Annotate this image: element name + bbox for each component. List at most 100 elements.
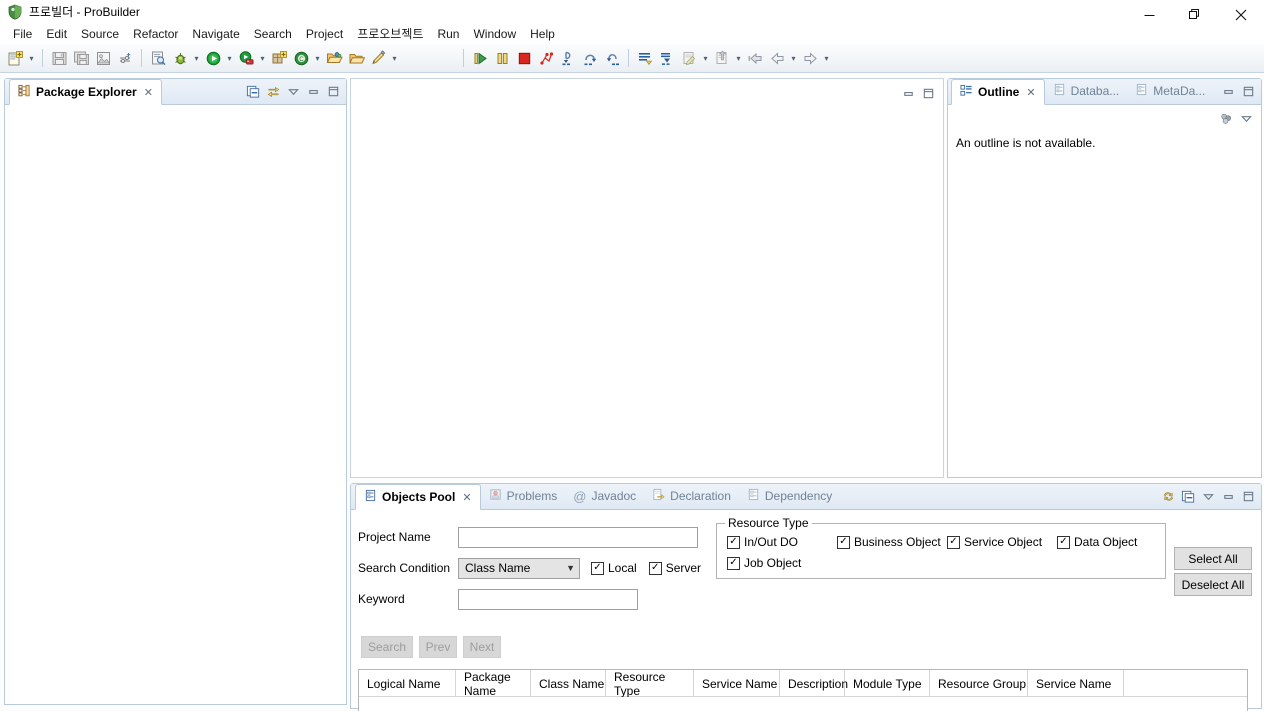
refresh-icon[interactable] [1160, 488, 1177, 505]
save-icon[interactable] [48, 47, 70, 69]
close-icon[interactable]: ✕ [1026, 86, 1035, 99]
collapse-all-icon[interactable] [245, 83, 262, 100]
menu-help[interactable]: Help [523, 25, 562, 43]
new-wizard-icon[interactable] [4, 47, 26, 69]
tab-dependency[interactable]: Dependency [739, 483, 840, 509]
terminate-icon[interactable] [513, 47, 535, 69]
step-over-icon[interactable] [579, 47, 601, 69]
link-with-editor-icon[interactable] [265, 83, 282, 100]
back-icon[interactable] [766, 47, 788, 69]
tab-package-explorer[interactable]: Package Explorer ✕ [9, 79, 162, 105]
open-type-icon[interactable] [147, 47, 169, 69]
menu-navigate[interactable]: Navigate [185, 25, 246, 43]
open-folder-icon[interactable] [345, 47, 367, 69]
open-declaration-dropdown-icon[interactable]: ▾ [733, 47, 744, 69]
minimize-icon[interactable] [1220, 83, 1237, 100]
debug-icon[interactable] [169, 47, 191, 69]
column-service-name-2[interactable]: Service Name [1028, 670, 1124, 697]
disconnect-icon[interactable] [535, 47, 557, 69]
last-edit-dropdown-icon[interactable]: ▾ [700, 47, 711, 69]
checkbox-business-object[interactable]: ✓ Business Object [837, 535, 947, 549]
keyword-input[interactable] [458, 588, 638, 610]
job-object-checkbox[interactable]: ✓ [727, 556, 740, 570]
view-menu-icon[interactable] [285, 83, 302, 100]
deselect-all-button[interactable]: Deselect All [1174, 573, 1252, 596]
menu-project[interactable]: Project [299, 25, 350, 43]
forward-dropdown-icon[interactable]: ▾ [821, 47, 832, 69]
run-icon[interactable] [202, 47, 224, 69]
select-all-button[interactable]: Select All [1174, 547, 1252, 570]
annotation-pencil-icon[interactable] [367, 47, 389, 69]
results-table-body[interactable] [359, 697, 1247, 711]
step-into-icon[interactable] [557, 47, 579, 69]
maximize-icon[interactable] [920, 85, 937, 102]
annotation-dropdown-icon[interactable]: ▾ [389, 47, 400, 69]
column-service-name[interactable]: Service Name [694, 670, 780, 697]
new-wizard-dropdown-icon[interactable]: ▾ [26, 47, 37, 69]
resume-icon[interactable] [469, 47, 491, 69]
print-icon[interactable] [92, 47, 114, 69]
column-class-name[interactable]: Class Name [531, 670, 606, 697]
tab-declaration[interactable]: Declaration [644, 483, 739, 509]
new-package-icon[interactable] [268, 47, 290, 69]
build-properties-icon[interactable] [114, 47, 136, 69]
column-description[interactable]: Description [780, 670, 848, 697]
tab-javadoc[interactable]: @ Javadoc [565, 483, 644, 509]
save-all-icon[interactable] [70, 47, 92, 69]
prev-button[interactable]: Prev [419, 636, 457, 658]
view-menu-icon[interactable] [1238, 110, 1255, 127]
minimize-icon[interactable] [1220, 488, 1237, 505]
tab-objects-pool[interactable]: Objects Pool ✕ [355, 484, 481, 510]
forward-icon[interactable] [799, 47, 821, 69]
menu-run[interactable]: Run [430, 25, 466, 43]
back-dropdown-icon[interactable]: ▾ [788, 47, 799, 69]
minimize-icon[interactable] [305, 83, 322, 100]
menu-source[interactable]: Source [74, 25, 126, 43]
column-resource-group[interactable]: Resource Group [930, 670, 1028, 697]
checkbox-in-out-do[interactable]: ✓ In/Out DO [727, 535, 837, 549]
server-checkbox[interactable]: ✓ [648, 561, 662, 575]
package-explorer-tree[interactable] [5, 105, 346, 704]
business-object-checkbox[interactable]: ✓ [837, 535, 850, 549]
data-object-checkbox[interactable]: ✓ [1057, 535, 1070, 549]
new-java-class-icon[interactable]: C [290, 47, 312, 69]
checkbox-service-object[interactable]: ✓ Service Object [947, 535, 1057, 549]
menu-window[interactable]: Window [466, 25, 523, 43]
run-dropdown-icon[interactable]: ▾ [224, 47, 235, 69]
service-object-checkbox[interactable]: ✓ [947, 535, 960, 549]
new-java-class-dropdown-icon[interactable]: ▾ [312, 47, 323, 69]
debug-dropdown-icon[interactable]: ▾ [191, 47, 202, 69]
column-logical-name[interactable]: Logical Name [359, 670, 456, 697]
editor-canvas[interactable] [351, 103, 943, 477]
maximize-icon[interactable] [325, 83, 342, 100]
menu-refactor[interactable]: Refactor [126, 25, 185, 43]
view-menu-icon[interactable] [1200, 488, 1217, 505]
menu-edit[interactable]: Edit [39, 25, 74, 43]
step-return-icon[interactable] [601, 47, 623, 69]
restore-icon[interactable] [1180, 488, 1197, 505]
search-condition-select[interactable]: Class Name ▼ [458, 557, 580, 579]
back-to-icon[interactable] [744, 47, 766, 69]
open-resource-icon[interactable] [323, 47, 345, 69]
menu-file[interactable]: File [6, 25, 39, 43]
tab-outline[interactable]: Outline ✕ [951, 79, 1045, 105]
menu-search[interactable]: Search [247, 25, 299, 43]
results-table[interactable]: Logical Name Package Name Class Name Res… [358, 669, 1248, 711]
project-name-input[interactable] [458, 526, 698, 548]
menu-proobject[interactable]: 프로오브젝트 [350, 23, 430, 44]
close-icon[interactable]: ✕ [462, 491, 471, 504]
in-out-do-checkbox[interactable]: ✓ [727, 535, 740, 549]
suspend-icon[interactable] [491, 47, 513, 69]
column-module-type[interactable]: Module Type [845, 670, 930, 697]
local-checkbox-wrap[interactable]: ✓ Local [591, 561, 637, 575]
tab-problems[interactable]: Problems [481, 483, 566, 509]
minimize-icon[interactable] [900, 85, 917, 102]
search-button[interactable]: Search [361, 636, 413, 658]
tab-metadata-explorer[interactable]: MetaDa... [1127, 78, 1213, 104]
previous-annotation-icon[interactable] [656, 47, 678, 69]
checkbox-data-object[interactable]: ✓ Data Object [1057, 535, 1137, 549]
open-declaration-icon[interactable] [711, 47, 733, 69]
column-resource-type[interactable]: Resource Type [606, 670, 694, 698]
local-checkbox[interactable]: ✓ [591, 561, 604, 575]
tab-database-explorer[interactable]: Databa... [1045, 78, 1128, 104]
